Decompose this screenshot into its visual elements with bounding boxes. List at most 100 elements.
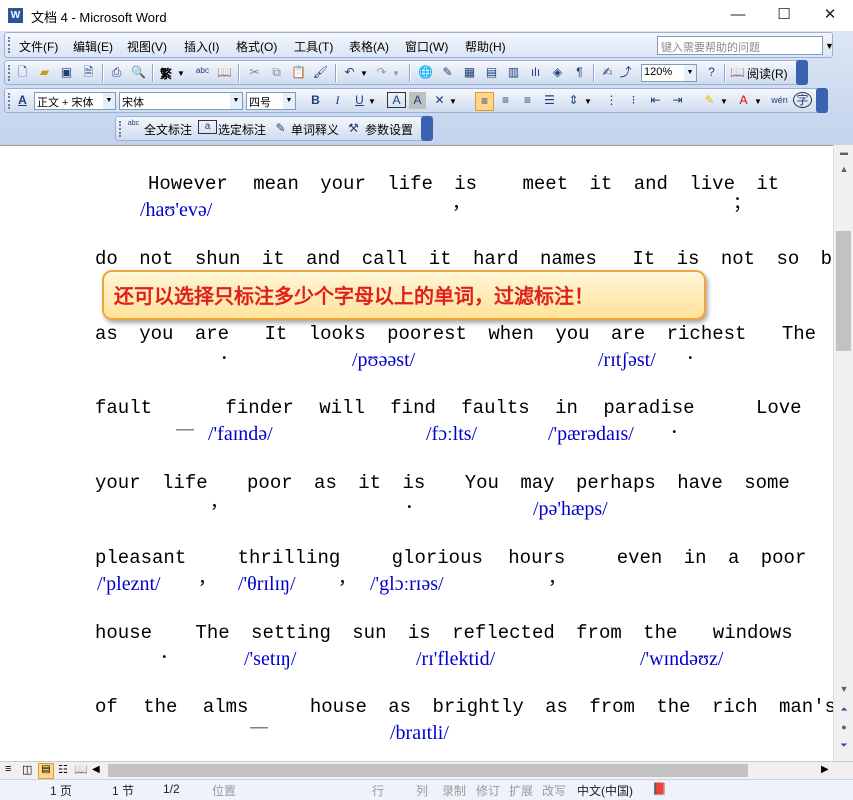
permission-icon[interactable]: 🗎: [80, 64, 97, 81]
enclose-char-icon[interactable]: 字: [793, 92, 812, 108]
style-select[interactable]: 正文 + 宋体 ▼: [34, 92, 116, 110]
menu-edit[interactable]: 编辑(E): [73, 38, 113, 55]
paste-icon[interactable]: 📋: [290, 64, 307, 81]
ink-icon[interactable]: ✍: [599, 64, 616, 81]
menu-table[interactable]: 表格(A): [349, 38, 389, 55]
underline-icon[interactable]: U: [351, 92, 368, 109]
line-spacing-dropdown-arrow-icon[interactable]: ▼: [584, 97, 592, 106]
full-mark-button[interactable]: 全文标注: [144, 121, 192, 138]
cut-icon[interactable]: ✂: [246, 64, 263, 81]
zoom-select[interactable]: 120% ▼: [641, 64, 697, 82]
undo-dropdown-arrow-icon[interactable]: ▼: [360, 69, 368, 78]
toolbar-options-chevron-icon[interactable]: [796, 60, 808, 85]
settings-tools-icon[interactable]: ⚒: [345, 120, 362, 137]
settings-button[interactable]: 参数设置: [365, 121, 413, 138]
status-record[interactable]: 录制: [442, 782, 466, 799]
read-mode-button[interactable]: 阅读(R): [747, 65, 788, 82]
addin-options-chevron-icon[interactable]: [421, 116, 433, 141]
selected-mark-icon[interactable]: a: [198, 120, 217, 134]
align-center-icon[interactable]: ≡: [497, 92, 514, 109]
open-folder-icon[interactable]: ▰: [36, 64, 53, 81]
menu-window[interactable]: 窗口(W): [405, 38, 448, 55]
char-border-icon[interactable]: A: [387, 92, 406, 108]
word-app-icon[interactable]: W: [8, 8, 23, 23]
new-document-icon[interactable]: 🗋: [14, 64, 31, 81]
next-page-icon[interactable]: ⏷: [834, 737, 853, 753]
document-map-icon[interactable]: ◈: [549, 64, 566, 81]
copy-icon[interactable]: ⧉: [268, 64, 285, 81]
print-layout-view-icon[interactable]: ▤: [38, 763, 54, 779]
highlight-dropdown-arrow-icon[interactable]: ▼: [720, 97, 728, 106]
save-disk-icon[interactable]: ▣: [58, 64, 75, 81]
horizontal-scroll-thumb[interactable]: [108, 764, 748, 777]
highlight-icon[interactable]: ✎: [701, 92, 718, 109]
font-size-select[interactable]: 四号 ▼: [246, 92, 296, 110]
scroll-up-icon[interactable]: ▲: [834, 161, 853, 177]
word-definition-icon[interactable]: ✎: [272, 120, 289, 137]
print-icon[interactable]: ⎙: [108, 64, 125, 81]
bullets-icon[interactable]: ⁝: [625, 92, 642, 109]
scroll-right-icon[interactable]: ▶: [821, 764, 829, 775]
cursor-icon[interactable]: ⤴: [617, 64, 634, 81]
spelling-check-icon[interactable]: ᵃᵇᶜ: [194, 64, 211, 81]
maximize-button[interactable]: ☐: [761, 0, 807, 31]
menu-format[interactable]: 格式(O): [236, 38, 277, 55]
web-view-icon[interactable]: ◫: [22, 763, 32, 776]
read-mode-icon[interactable]: 📖: [729, 64, 746, 81]
hyperlink-icon[interactable]: 🌐: [417, 64, 434, 81]
print-preview-icon[interactable]: 🔍: [130, 64, 147, 81]
redo-icon[interactable]: ↷: [373, 64, 390, 81]
status-overtype[interactable]: 改写: [542, 782, 566, 799]
split-handle-icon[interactable]: ▬: [834, 145, 853, 161]
full-mark-icon[interactable]: abc: [125, 120, 142, 137]
menu-bar-grip[interactable]: [8, 37, 13, 53]
format-options-chevron-icon[interactable]: [816, 88, 828, 113]
help-icon[interactable]: ?: [703, 64, 720, 81]
tables-borders-icon[interactable]: ✎: [439, 64, 456, 81]
word-definition-button[interactable]: 单词释义: [291, 121, 339, 138]
help-dropdown-arrow-icon[interactable]: ▼: [825, 41, 834, 51]
trad-dropdown-arrow-icon[interactable]: ▼: [177, 69, 185, 78]
style-dropdown-arrow-icon[interactable]: ▼: [103, 93, 115, 109]
numbering-icon[interactable]: ⋮: [603, 92, 620, 109]
format-painter-icon[interactable]: 🖌: [312, 64, 329, 81]
insert-excel-icon[interactable]: ▤: [483, 64, 500, 81]
insert-table-icon[interactable]: ▦: [461, 64, 478, 81]
spelling-status-icon[interactable]: 📕: [652, 782, 667, 796]
reading-view-icon[interactable]: 📖: [74, 763, 88, 776]
menu-insert[interactable]: 插入(I): [184, 38, 219, 55]
styles-formatting-icon[interactable]: A: [14, 92, 31, 109]
menu-file[interactable]: 文件(F): [19, 38, 58, 55]
menu-view[interactable]: 视图(V): [127, 38, 167, 55]
selected-mark-button[interactable]: 选定标注: [218, 121, 266, 138]
formatting-toolbar-grip[interactable]: [8, 93, 13, 109]
phonetic-guide-icon[interactable]: wén: [771, 92, 788, 109]
drawing-icon[interactable]: ılı: [527, 64, 544, 81]
normal-view-icon[interactable]: ≡: [5, 763, 11, 775]
scroll-down-icon[interactable]: ▼: [834, 681, 853, 697]
increase-indent-icon[interactable]: ⇥: [669, 92, 686, 109]
char-shading-icon[interactable]: A: [409, 92, 426, 109]
scaling-dropdown-arrow-icon[interactable]: ▼: [449, 97, 457, 106]
minimize-button[interactable]: —: [715, 0, 761, 31]
italic-icon[interactable]: I: [329, 92, 346, 109]
bold-icon[interactable]: B: [307, 92, 324, 109]
align-justify-icon[interactable]: ≡: [475, 92, 494, 111]
standard-toolbar-grip[interactable]: [8, 65, 13, 81]
undo-icon[interactable]: ↶: [341, 64, 358, 81]
show-hide-icon[interactable]: ¶: [571, 64, 588, 81]
scroll-left-icon[interactable]: ◀: [92, 764, 100, 775]
underline-dropdown-arrow-icon[interactable]: ▼: [368, 97, 376, 106]
font-color-icon[interactable]: A: [735, 92, 752, 109]
font-color-dropdown-arrow-icon[interactable]: ▼: [754, 97, 762, 106]
addin-toolbar-grip[interactable]: [119, 121, 124, 137]
font-select[interactable]: 宋体 ▼: [119, 92, 243, 110]
vertical-scroll-thumb[interactable]: [836, 231, 851, 351]
columns-icon[interactable]: ▥: [505, 64, 522, 81]
align-right-icon[interactable]: ≡: [519, 92, 536, 109]
font-dropdown-arrow-icon[interactable]: ▼: [230, 93, 242, 109]
distributed-icon[interactable]: ☰: [541, 92, 558, 109]
traditional-chinese-button[interactable]: 繁: [160, 65, 172, 82]
status-extend[interactable]: 扩展: [509, 782, 533, 799]
redo-dropdown-arrow-icon[interactable]: ▼: [392, 69, 400, 78]
